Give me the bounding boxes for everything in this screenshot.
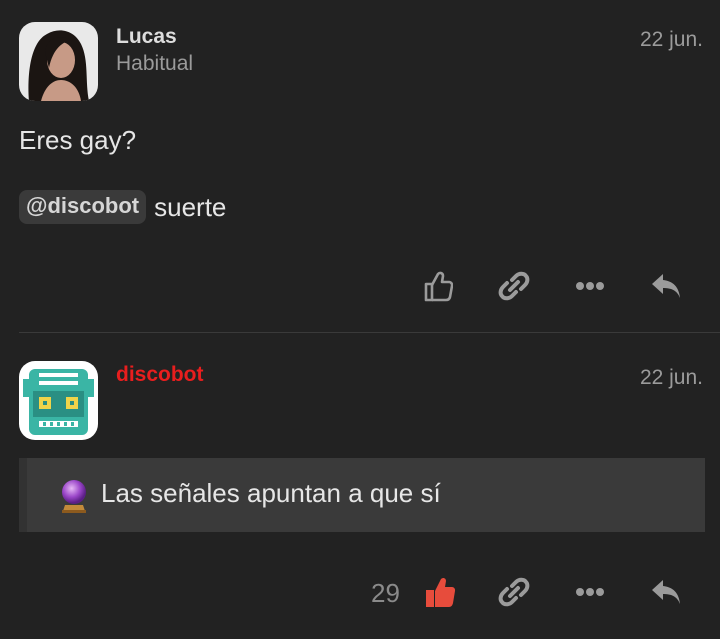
- blockquote: Las señales apuntan a que sí: [19, 458, 705, 532]
- link-icon: [498, 271, 530, 301]
- post-mention-line: @discobot suerte: [19, 190, 226, 224]
- more-button[interactable]: [570, 572, 610, 612]
- link-icon: [498, 577, 530, 607]
- like-button[interactable]: [420, 572, 460, 612]
- post-lucas: Lucas Habitual 22 jun. Eres gay? @discob…: [0, 0, 720, 332]
- post-date[interactable]: 22 jun.: [640, 28, 703, 52]
- like-count[interactable]: 29: [371, 578, 400, 609]
- post-text: Eres gay?: [19, 125, 137, 155]
- copy-link-button[interactable]: [494, 266, 534, 306]
- avatar-discobot[interactable]: [19, 361, 98, 440]
- post-discobot: discobot 22 jun. Las señales apuntan a q…: [0, 334, 720, 639]
- mention-link[interactable]: @discobot: [19, 190, 147, 224]
- more-icon: [576, 588, 604, 596]
- post-divider: [19, 332, 720, 333]
- username[interactable]: discobot: [116, 363, 204, 387]
- post-actions: [0, 266, 720, 306]
- post-text-after-mention: suerte: [154, 191, 227, 222]
- reply-button[interactable]: [646, 572, 686, 612]
- reply-button[interactable]: [646, 266, 686, 306]
- like-button[interactable]: [418, 266, 458, 306]
- like-outline-icon: [424, 271, 453, 302]
- reply-icon: [652, 274, 680, 298]
- avatar-lucas[interactable]: [19, 22, 98, 101]
- copy-link-button[interactable]: [494, 572, 534, 612]
- more-icon: [576, 282, 604, 290]
- post-date[interactable]: 22 jun.: [640, 366, 703, 390]
- post-actions: 29: [0, 572, 720, 612]
- quote-text: Las señales apuntan a que sí: [101, 478, 441, 508]
- user-title: Habitual: [116, 52, 194, 75]
- username[interactable]: Lucas: [116, 25, 177, 49]
- more-button[interactable]: [570, 266, 610, 306]
- like-filled-icon: [426, 577, 456, 607]
- reply-icon: [652, 580, 680, 604]
- crystal-ball-icon: [62, 480, 86, 513]
